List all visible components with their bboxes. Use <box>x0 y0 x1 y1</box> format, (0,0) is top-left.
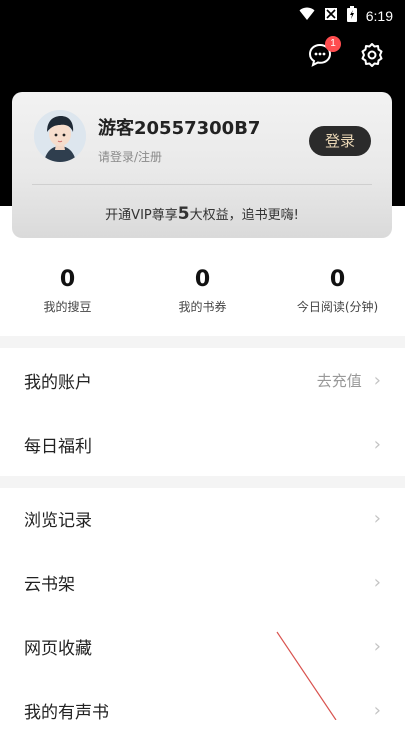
status-icons: 6:19 <box>299 6 393 26</box>
profile-card: 游客20557300B7 请登录/注册 登录 开通VIP尊享5大权益，追书更嗨! <box>12 92 392 238</box>
menu-group-account: 我的账户 去充值 › 每日福利 › <box>0 348 405 476</box>
login-register-link[interactable]: 请登录/注册 <box>98 148 162 165</box>
chevron-right-icon: › <box>373 571 381 593</box>
vip-number: 5 <box>177 204 190 224</box>
menu-item-label: 网页收藏 <box>24 638 92 659</box>
menu-item-web-favorites[interactable]: 网页收藏 › <box>0 614 405 678</box>
chevron-right-icon: › <box>373 369 381 391</box>
stat-label: 我的搜豆 <box>43 300 92 314</box>
menu-item-label: 浏览记录 <box>24 510 92 531</box>
vip-prefix: 开通VIP尊享 <box>105 208 178 223</box>
menu-item-audiobooks[interactable]: 我的有声书 › <box>0 678 405 742</box>
settings-icon <box>359 42 385 72</box>
message-badge: 1 <box>325 36 341 52</box>
stats-row: 0 我的搜豆 0 我的书券 0 今日阅读(分钟) <box>0 266 405 326</box>
stat-label: 今日阅读(分钟) <box>296 300 379 314</box>
menu-item-browse-history[interactable]: 浏览记录 › <box>0 486 405 550</box>
recharge-link[interactable]: 去充值 <box>317 370 362 391</box>
stat-sou-dou[interactable]: 0 我的搜豆 <box>0 266 135 326</box>
vip-banner[interactable]: 开通VIP尊享5大权益，追书更嗨! <box>12 204 392 224</box>
login-button[interactable]: 登录 <box>309 126 371 156</box>
stat-value: 0 <box>59 267 76 292</box>
menu-item-cloud-bookshelf[interactable]: 云书架 › <box>0 550 405 614</box>
stat-value: 0 <box>194 267 211 292</box>
stat-value: 0 <box>329 267 346 292</box>
status-time: 6:19 <box>365 8 393 24</box>
card-divider <box>32 184 372 185</box>
chevron-right-icon: › <box>373 635 381 657</box>
signal-off-icon <box>324 7 338 25</box>
settings-button[interactable] <box>357 42 387 72</box>
section-divider <box>0 336 405 348</box>
header-actions: 1 <box>305 36 387 72</box>
stat-label: 我的书券 <box>178 300 227 314</box>
battery-icon <box>346 6 357 26</box>
message-button[interactable]: 1 <box>305 36 341 72</box>
chevron-right-icon: › <box>373 433 381 455</box>
username: 游客20557300B7 <box>98 118 261 139</box>
avatar[interactable] <box>34 110 86 162</box>
menu-item-daily-welfare[interactable]: 每日福利 › <box>0 412 405 476</box>
menu-item-label: 每日福利 <box>24 436 92 457</box>
menu-item-label: 我的有声书 <box>24 702 109 723</box>
chevron-right-icon: › <box>373 699 381 721</box>
menu-item-label: 云书架 <box>24 574 75 595</box>
stat-book-coupon[interactable]: 0 我的书券 <box>135 266 270 326</box>
menu-group-library: 浏览记录 › 云书架 › 网页收藏 › 我的有声书 › <box>0 486 405 742</box>
vip-suffix: 大权益，追书更嗨! <box>189 208 299 223</box>
stat-reading-today[interactable]: 0 今日阅读(分钟) <box>270 266 405 326</box>
menu-item-my-account[interactable]: 我的账户 去充值 › <box>0 348 405 412</box>
chevron-right-icon: › <box>373 507 381 529</box>
menu-item-label: 我的账户 <box>24 372 92 393</box>
wifi-icon <box>299 7 315 25</box>
status-bar: 6:19 <box>0 0 405 30</box>
